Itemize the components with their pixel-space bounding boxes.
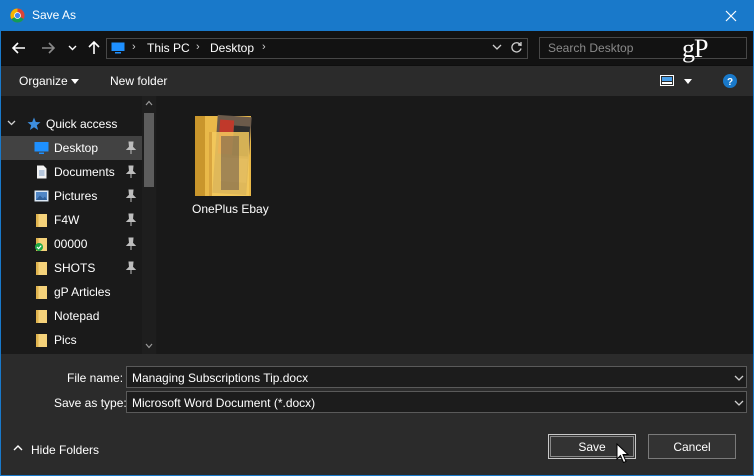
close-icon (725, 10, 737, 21)
chrome-icon (10, 8, 25, 23)
close-button[interactable] (708, 0, 754, 31)
window-frame (0, 31, 754, 476)
window-title: Save As (32, 8, 77, 22)
title-bar: Save As (0, 0, 754, 31)
